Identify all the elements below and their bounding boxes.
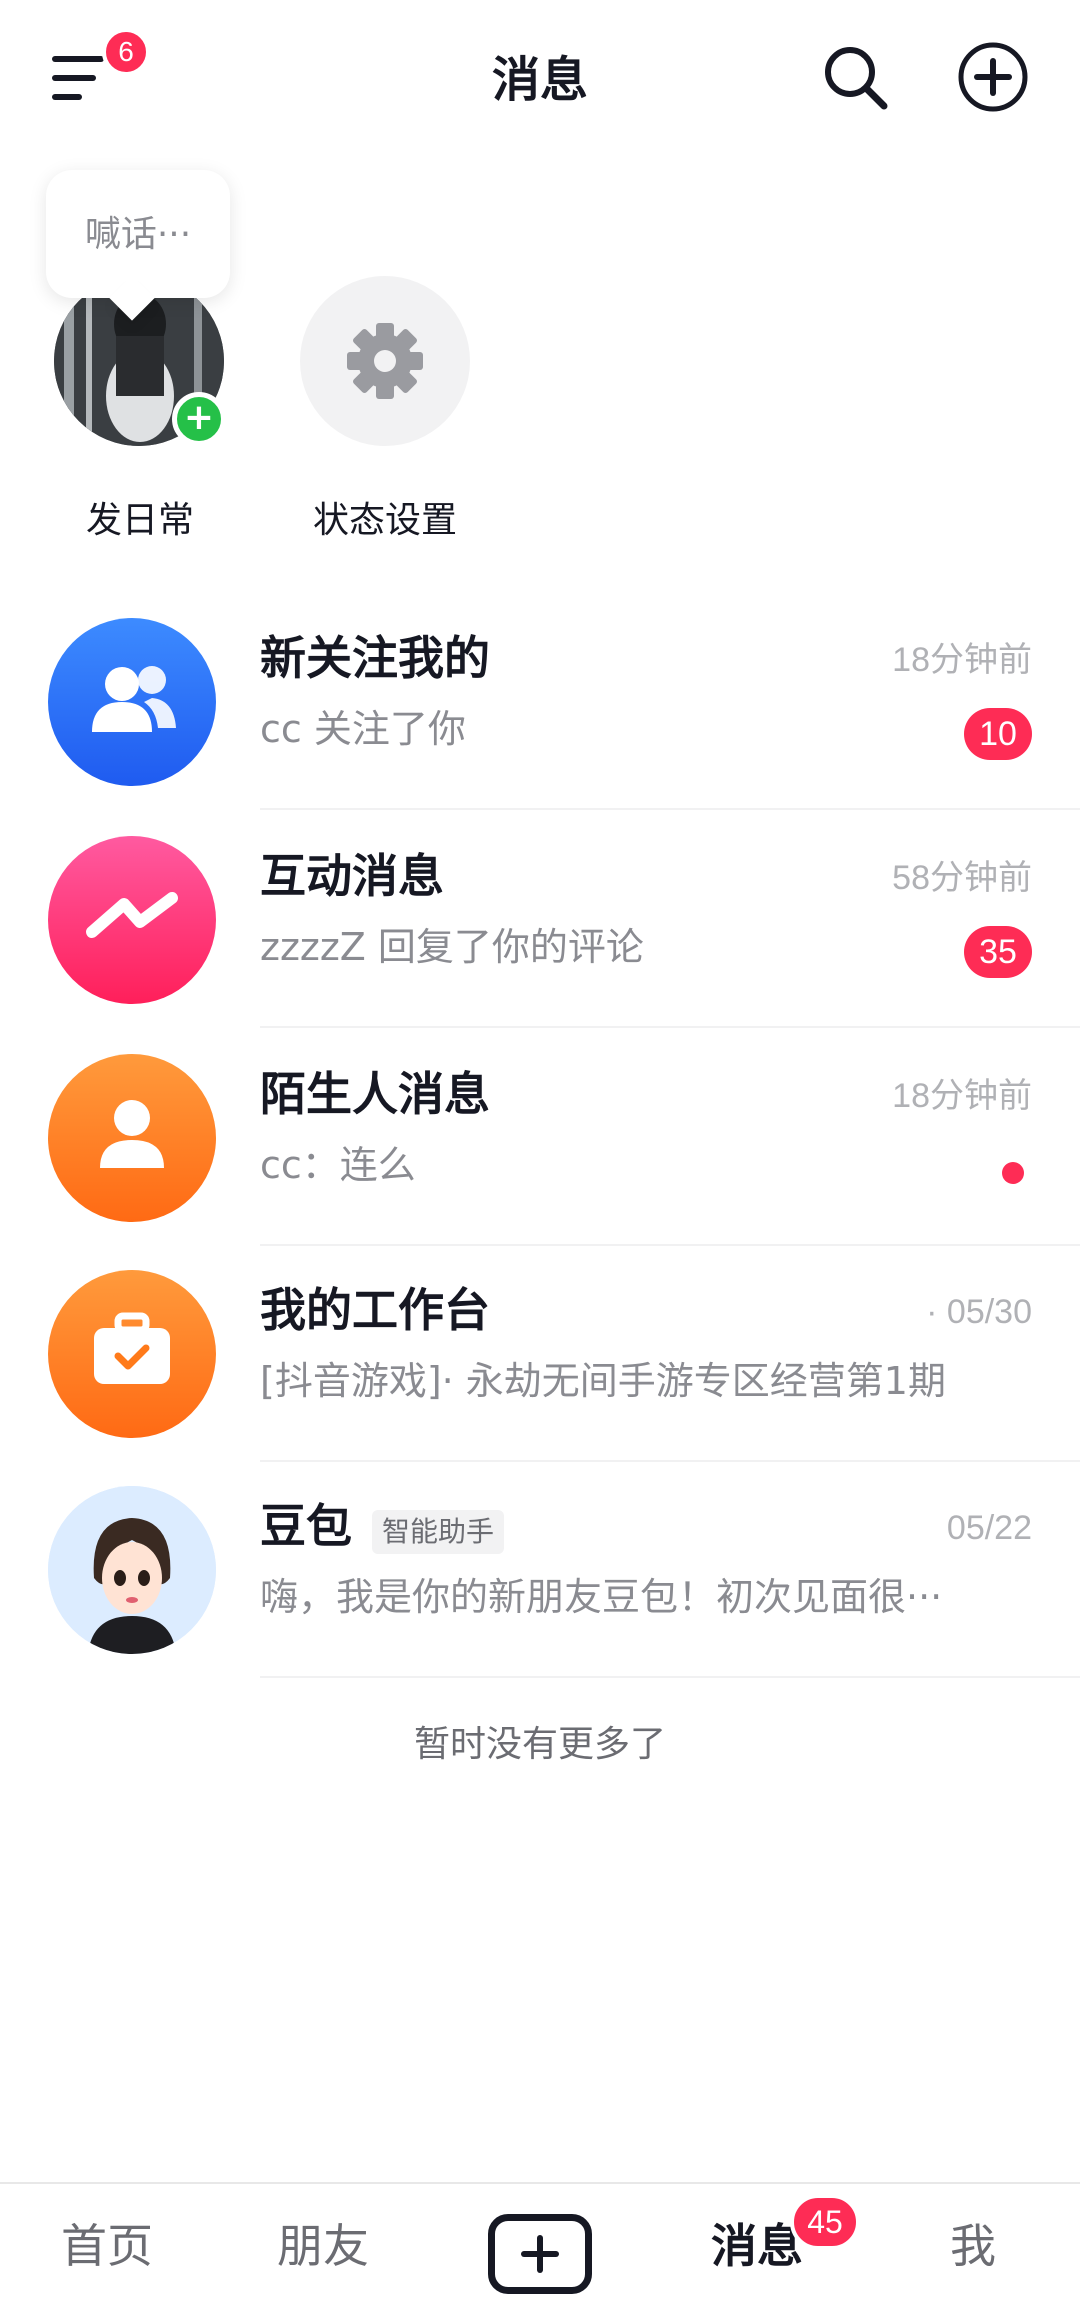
- page-title: 消息: [491, 52, 588, 108]
- search-icon[interactable]: [818, 40, 892, 114]
- conversation-time: 58分钟前: [892, 859, 1032, 897]
- unread-badge: 35: [964, 926, 1032, 978]
- conversation-time: 18分钟前: [892, 641, 1032, 679]
- conversation-doubao[interactable]: 豆包 智能助手 嗨，我是你的新朋友豆包！初次见面很··· 05/22: [0, 1486, 1080, 1702]
- conversation-time: · 05/30: [926, 1293, 1032, 1331]
- lightning-icon: [48, 836, 216, 1004]
- divider: [260, 808, 1080, 810]
- divider: [260, 1244, 1080, 1246]
- conversation-preview: [抖音游戏]· 永劫无间手游专区经营第1期: [260, 1359, 946, 1403]
- conversation-preview: cc 关注了你: [260, 707, 466, 751]
- conversation-title: 互动消息: [260, 849, 444, 903]
- divider: [260, 1460, 1080, 1462]
- gear-icon: [347, 323, 423, 399]
- shout-bubble[interactable]: 喊话···: [46, 170, 230, 298]
- divider: [260, 1676, 1080, 1678]
- nav-home[interactable]: 首页: [32, 2214, 182, 2278]
- conversation-title: 豆包: [260, 1499, 352, 1553]
- briefcase-icon: [48, 1270, 216, 1438]
- shout-bubble-text: 喊话···: [84, 214, 192, 255]
- header: 6 消息: [0, 0, 1080, 160]
- divider: [260, 1026, 1080, 1028]
- ai-assistant-tag: 智能助手: [372, 1510, 505, 1554]
- conversation-preview: cc：连么: [260, 1143, 416, 1187]
- conversation-time: 18分钟前: [892, 1077, 1032, 1115]
- conversation-new-followers[interactable]: 新关注我的 cc 关注了你 18分钟前 10: [0, 618, 1080, 834]
- conversation-workbench[interactable]: 我的工作台 [抖音游戏]· 永劫无间手游专区经营第1期 · 05/30: [0, 1270, 1080, 1486]
- status-settings-button[interactable]: [300, 276, 470, 446]
- conversation-title: 新关注我的: [260, 631, 490, 685]
- unread-badge: 10: [964, 708, 1032, 760]
- story-label-daily: 发日常: [85, 500, 194, 541]
- users-icon: [48, 618, 216, 786]
- conversation-title: 陌生人消息: [260, 1067, 490, 1121]
- conversation-preview: zzzzZ 回复了你的评论: [260, 925, 644, 969]
- conversation-time: 05/22: [946, 1509, 1032, 1547]
- nav-friends[interactable]: 朋友: [248, 2214, 398, 2278]
- conversation-title: 我的工作台: [260, 1283, 490, 1337]
- unread-dot: [1002, 1162, 1024, 1184]
- conversation-preview: 嗨，我是你的新朋友豆包！初次见面很···: [260, 1575, 943, 1619]
- bottom-nav: 首页 朋友 消息 45 我: [0, 2182, 1080, 2320]
- messages-badge: 45: [790, 2194, 860, 2250]
- conversation-interactions[interactable]: 互动消息 zzzzZ 回复了你的评论 58分钟前 35: [0, 836, 1080, 1052]
- end-of-list-text: 暂时没有更多了: [413, 1724, 666, 1765]
- doubao-avatar: [48, 1486, 216, 1654]
- plus-circle-icon[interactable]: [956, 40, 1030, 114]
- conversation-strangers[interactable]: 陌生人消息 cc：连么 18分钟前: [0, 1054, 1080, 1270]
- story-label-status: 状态设置: [312, 500, 457, 541]
- person-icon: [48, 1054, 216, 1222]
- add-story-icon[interactable]: +: [172, 392, 226, 446]
- nav-me[interactable]: 我: [898, 2214, 1048, 2278]
- plus-square-icon[interactable]: [488, 2214, 592, 2294]
